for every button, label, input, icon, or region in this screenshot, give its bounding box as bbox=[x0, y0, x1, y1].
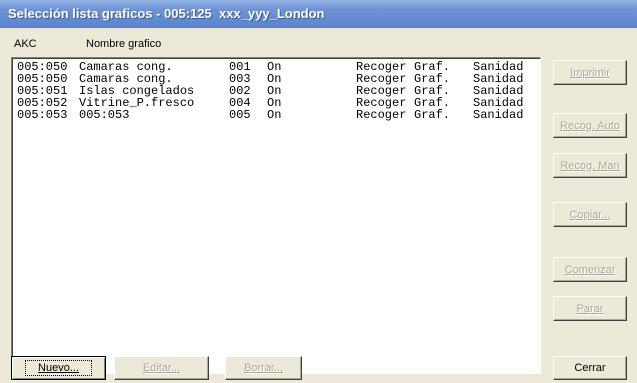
recog-auto-button[interactable]: Recog. Auto bbox=[553, 113, 627, 138]
cerrar-button-label: Cerrar bbox=[574, 362, 606, 374]
editar-button-label: Editar... bbox=[142, 362, 181, 374]
borrar-button[interactable]: Borrar... bbox=[225, 356, 302, 380]
row-num: 005 bbox=[229, 108, 251, 122]
row-tipo: Graf. bbox=[414, 108, 451, 122]
row-akc: 005:053 bbox=[17, 108, 68, 122]
row-accion: Recoger bbox=[356, 108, 407, 122]
parar-button[interactable]: Parar bbox=[553, 296, 627, 321]
borrar-button-label: Borrar... bbox=[243, 362, 284, 374]
cerrar-button[interactable]: Cerrar bbox=[553, 356, 627, 380]
nuevo-button-label: Nuevo... bbox=[38, 362, 79, 374]
recog-man-button-label: Recog. Man bbox=[560, 159, 620, 172]
list-item[interactable]: 005:053 005:053 005 On Recoger Graf. San… bbox=[17, 109, 523, 121]
title-bar: Selección lista graficos - 005:125 xxx_y… bbox=[0, 0, 637, 28]
column-header-nombre: Nombre grafico bbox=[86, 38, 162, 50]
copiar-button-label: Copiar... bbox=[569, 208, 611, 221]
imprimir-button[interactable]: Imprimir bbox=[553, 60, 627, 85]
row-estado: On bbox=[267, 108, 282, 122]
nuevo-button[interactable]: Nuevo... bbox=[11, 356, 106, 380]
copiar-button[interactable]: Copiar... bbox=[553, 202, 627, 227]
row-nombre: 005:053 bbox=[79, 108, 130, 122]
recog-auto-button-label: Recog. Auto bbox=[560, 119, 620, 132]
editar-button[interactable]: Editar... bbox=[114, 356, 209, 380]
recog-man-button[interactable]: Recog. Man bbox=[553, 153, 627, 178]
column-headers: AKC Nombre grafico bbox=[0, 28, 637, 56]
focus-rect: Nuevo... bbox=[25, 360, 92, 376]
window-title: Selección lista graficos - 005:125 xxx_y… bbox=[8, 6, 325, 21]
graficos-list[interactable]: 005:050 Camaras cong. 001 On Recoger Gra… bbox=[11, 57, 541, 374]
imprimir-button-label: Imprimir bbox=[570, 66, 610, 79]
row-categoria: Sanidad bbox=[473, 108, 524, 122]
parar-button-label: Parar bbox=[576, 302, 604, 315]
comenzar-button-label: Comenzar bbox=[564, 263, 616, 276]
comenzar-button[interactable]: Comenzar bbox=[553, 257, 627, 282]
column-header-akc: AKC bbox=[14, 38, 37, 50]
